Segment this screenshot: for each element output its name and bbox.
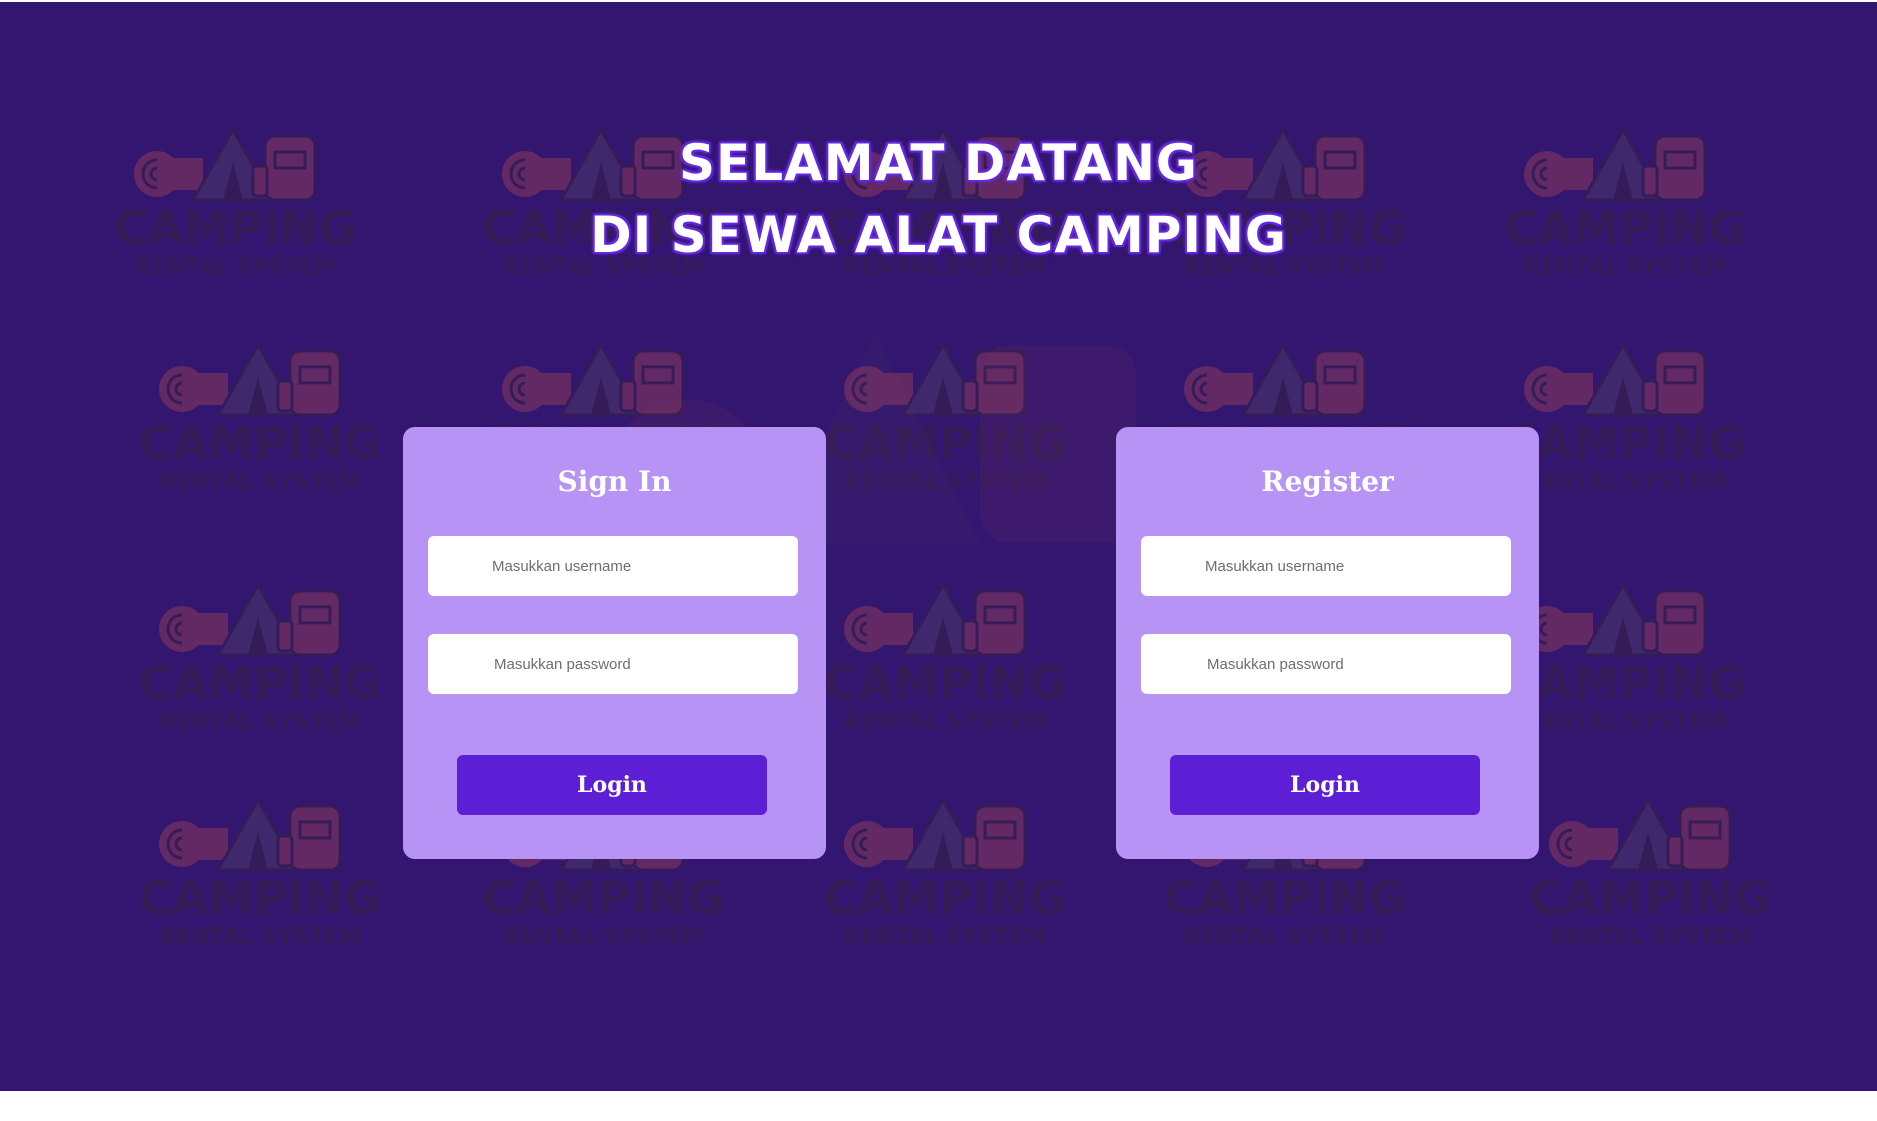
svg-text:CAMPING: CAMPING: [825, 656, 1065, 710]
camping-logo-icon: CAMPING RENTAL SYSTEM: [1505, 337, 1745, 507]
svg-text:RENTAL SYSTEM: RENTAL SYSTEM: [844, 470, 1046, 495]
svg-text:CAMPING: CAMPING: [483, 871, 723, 925]
svg-text:RENTAL SYSTEM: RENTAL SYSTEM: [502, 925, 704, 950]
camping-logo-icon: CAMPING RENTAL SYSTEM: [825, 337, 1065, 507]
svg-text:RENTAL SYSTEM: RENTAL SYSTEM: [1184, 925, 1386, 950]
svg-text:CAMPING: CAMPING: [1530, 871, 1770, 925]
svg-text:CAMPING: CAMPING: [1505, 656, 1745, 710]
camping-logo-icon: CAMPING RENTAL SYSTEM: [825, 792, 1065, 962]
svg-text:CAMPING: CAMPING: [140, 871, 380, 925]
camping-logo-icon: CAMPING RENTAL SYSTEM: [1505, 577, 1745, 747]
svg-text:RENTAL SYSTEM: RENTAL SYSTEM: [159, 925, 361, 950]
page-background: CAMPING RENTAL SYSTEM CAMPING RENTAL SYS…: [0, 2, 1877, 1091]
camping-logo-icon: CAMPING RENTAL SYSTEM: [825, 577, 1065, 747]
camping-logo-icon: CAMPING RENTAL SYSTEM: [1530, 792, 1770, 962]
register-password-input[interactable]: [1141, 634, 1511, 694]
register-username-input[interactable]: [1141, 536, 1511, 596]
register-card: Register Login: [1116, 427, 1539, 859]
svg-text:RENTAL SYSTEM: RENTAL SYSTEM: [1549, 925, 1751, 950]
svg-text:RENTAL SYSTEM: RENTAL SYSTEM: [844, 710, 1046, 735]
svg-text:RENTAL SYSTEM: RENTAL SYSTEM: [844, 925, 1046, 950]
svg-text:RENTAL SYSTEM: RENTAL SYSTEM: [159, 470, 361, 495]
svg-text:CAMPING: CAMPING: [140, 416, 380, 470]
svg-text:CAMPING: CAMPING: [825, 871, 1065, 925]
welcome-heading-line-2: DI SEWA ALAT CAMPING: [590, 206, 1287, 264]
svg-text:RENTAL SYSTEM: RENTAL SYSTEM: [159, 710, 361, 735]
camping-logo-icon: CAMPING RENTAL SYSTEM: [140, 337, 380, 507]
sign-in-username-input[interactable]: [428, 536, 798, 596]
register-login-button[interactable]: Login: [1170, 755, 1480, 815]
svg-text:RENTAL SYSTEM: RENTAL SYSTEM: [1524, 710, 1726, 735]
sign-in-password-input[interactable]: [428, 634, 798, 694]
svg-text:RENTAL SYSTEM: RENTAL SYSTEM: [1524, 470, 1726, 495]
svg-text:CAMPING: CAMPING: [1505, 416, 1745, 470]
sign-in-title: Sign In: [557, 465, 672, 498]
welcome-heading-line-1: SELAMAT DATANG: [679, 134, 1198, 192]
svg-text:CAMPING: CAMPING: [825, 416, 1065, 470]
register-title: Register: [1261, 465, 1394, 498]
svg-text:CAMPING: CAMPING: [1165, 871, 1405, 925]
svg-text:CAMPING: CAMPING: [140, 656, 380, 710]
camping-logo-icon: CAMPING RENTAL SYSTEM: [140, 792, 380, 962]
sign-in-card: Sign In Login: [403, 427, 826, 859]
camping-logo-icon: CAMPING RENTAL SYSTEM: [140, 577, 380, 747]
sign-in-login-button[interactable]: Login: [457, 755, 767, 815]
